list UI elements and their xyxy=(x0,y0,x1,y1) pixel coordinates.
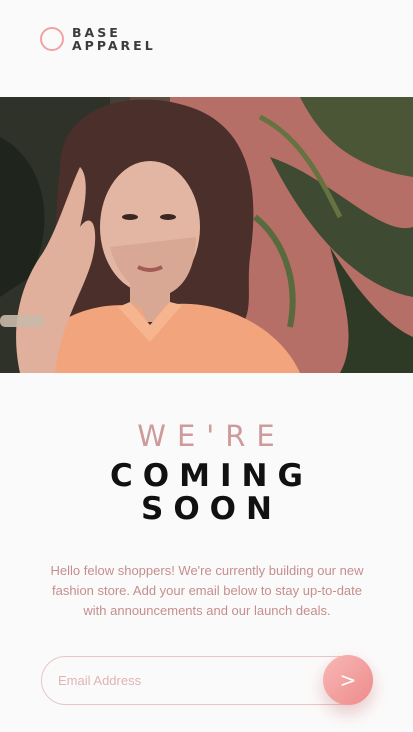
logo-ring-icon xyxy=(40,27,64,51)
email-form: > xyxy=(41,655,373,705)
logo-text[interactable]: BASE APPAREL xyxy=(72,26,156,52)
arrow-right-icon: > xyxy=(339,668,357,692)
logo-line-2: APPAREL xyxy=(72,38,156,53)
email-input[interactable] xyxy=(58,657,318,704)
headline-soon: SOON xyxy=(141,491,282,527)
headline-coming: COMING xyxy=(110,458,313,494)
description: Hello felow shoppers! We're currently bu… xyxy=(50,563,364,618)
submit-button[interactable]: > xyxy=(323,655,373,705)
hero-image xyxy=(0,97,413,373)
header: BASE APPAREL xyxy=(40,26,156,52)
headline-we-re: WE'RE xyxy=(137,419,286,453)
headline: WE'RE COMING SOON xyxy=(0,418,413,526)
